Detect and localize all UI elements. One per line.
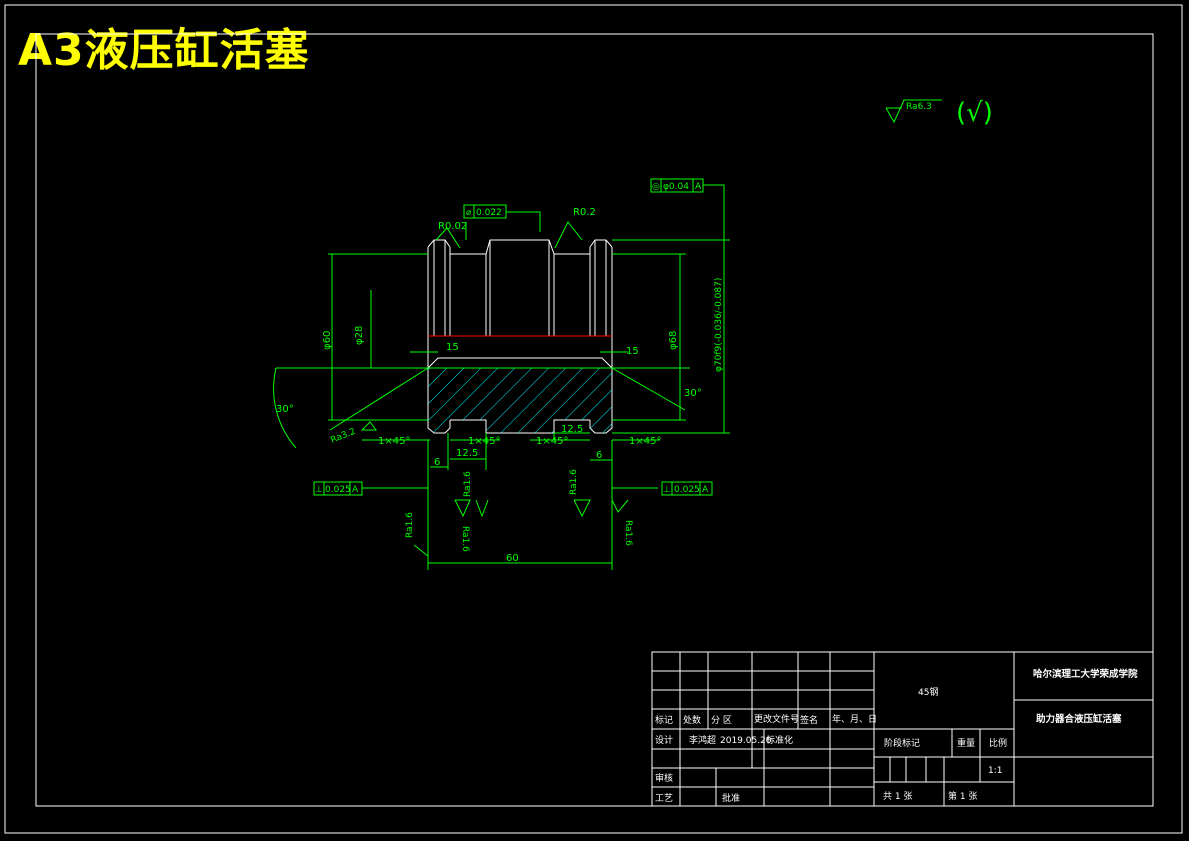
part-name: 助力器合液压缸活塞	[1036, 713, 1122, 725]
standardize-label: 标准化	[766, 734, 793, 746]
dim-15-left: 15	[446, 342, 459, 353]
rev-header-mark: 标记	[655, 714, 673, 726]
dim-chamfer-1: 1×45°	[378, 436, 410, 447]
dim-6-right: 6	[596, 450, 602, 461]
roughness-ra16-e: Ra1.6	[623, 520, 633, 546]
roughness-ra16-b: Ra1.6	[460, 526, 470, 552]
dim-d70: φ70f9(-0.036/-0.087)	[714, 278, 724, 372]
bracket-check-symbol: (√)	[956, 98, 993, 128]
tol-left-datum: A	[352, 485, 359, 495]
roughness-ra16-d: Ra1.6	[405, 512, 415, 538]
dim-60: 60	[506, 553, 519, 564]
tol-top-right-symbol: ◎	[652, 182, 660, 192]
section-hatching	[428, 368, 612, 433]
scale-label: 比例	[989, 737, 1007, 749]
design-date: 2019.05.20	[720, 736, 772, 746]
rev-header-count: 处数	[683, 714, 701, 726]
review-label: 审核	[655, 772, 673, 784]
sheet-number: 第 1 张	[948, 790, 977, 802]
scale-value: 1:1	[988, 766, 1002, 776]
dim-r02: R0.2	[573, 207, 596, 218]
tol-right-value: 0.025	[674, 485, 700, 495]
process-label: 工艺	[655, 793, 673, 804]
design-label: 设计	[655, 734, 673, 746]
tol-left-value: 0.025	[325, 485, 351, 495]
general-roughness-label: Ra6.3	[906, 102, 932, 112]
tol-right-symbol: ⊥	[663, 485, 671, 495]
dim-d60: φ60	[322, 331, 333, 350]
dim-12.5-left: 12.5	[456, 448, 478, 459]
general-roughness-symbol: Ra6.3 (√)	[885, 98, 993, 128]
tol-left-symbol: ⊥	[315, 485, 323, 495]
dim-d68: φ68	[668, 331, 679, 350]
roughness-ra32: Ra3.2	[329, 427, 357, 446]
roughness-ra16-a: Ra1.6	[463, 471, 473, 497]
tol-top-center-value: 0.022	[476, 208, 502, 218]
rev-header-zone: 分 区	[711, 715, 732, 726]
tolerance-frames	[313, 178, 713, 496]
stage-label: 阶段标记	[884, 737, 920, 749]
rev-header-doc: 更改文件号	[754, 713, 799, 725]
dim-15-right: 15	[626, 346, 639, 357]
sheets-total: 共 1 张	[883, 791, 912, 802]
tol-right-datum: A	[702, 485, 709, 495]
material-cell: 45钢	[918, 686, 938, 698]
dim-d28: φ28	[354, 326, 365, 345]
rev-header-date: 年、月、日	[832, 713, 877, 725]
dim-12.5-right: 12.5	[561, 424, 583, 435]
dim-chamfer-3: 1×45°	[536, 436, 568, 447]
dim-chamfer-2: 1×45°	[468, 436, 500, 447]
designer-name: 李鸿超	[689, 734, 716, 746]
dim-6-left: 6	[434, 457, 440, 468]
dim-angle-left: 30°	[276, 404, 294, 415]
tol-top-right-datum: A	[695, 182, 702, 192]
school-name: 哈尔滨理工大学荣成学院	[1033, 668, 1138, 680]
dim-angle-right: 30°	[684, 388, 702, 399]
dim-chamfer-4: 1×45°	[629, 436, 661, 447]
tol-top-right-value: φ0.04	[663, 182, 689, 192]
dim-r002: R0.02	[438, 221, 467, 232]
roughness-ra16-c: Ra1.6	[569, 469, 579, 495]
tol-top-center-symbol: ⌀	[466, 208, 472, 218]
engineering-drawing: Ra6.3 (√) ⌀ 0.022 ◎ φ0.04 A ⊥ 0.025 A ⊥ …	[4, 4, 1183, 834]
weight-label: 重量	[957, 737, 975, 749]
rev-header-sign: 签名	[800, 714, 818, 726]
approve-label: 批准	[722, 792, 740, 804]
